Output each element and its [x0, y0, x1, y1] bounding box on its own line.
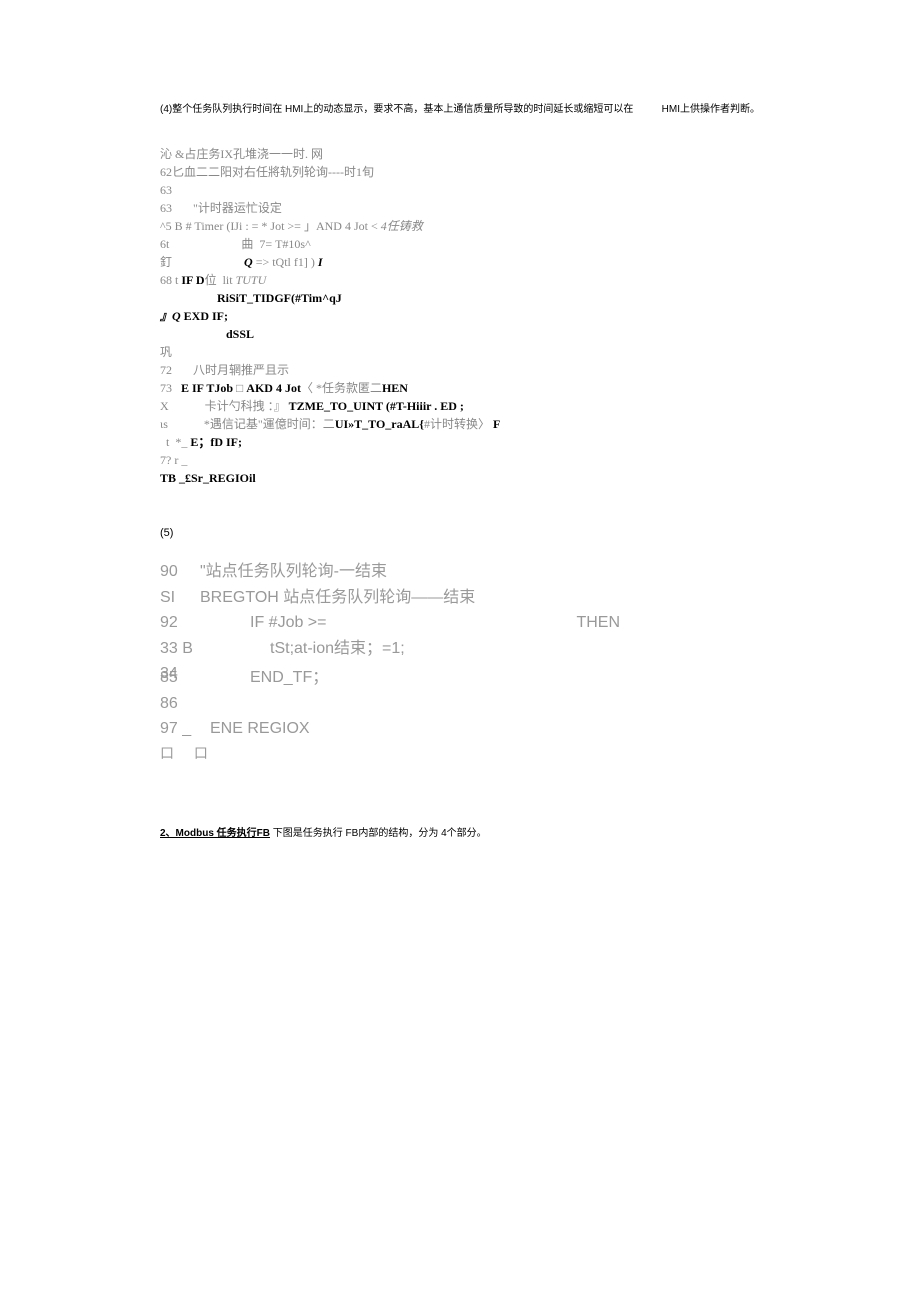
- header-left: (4)整个任务队列执行时间在 HMI上的动态显示，要求不高，基本上通信质量所导致…: [160, 100, 633, 115]
- code-line: dSSL: [160, 325, 760, 343]
- code-line: ιs *遇信记基"運億时间：二UI»T_TO_raAL{#计时转换〉 F: [160, 415, 760, 433]
- code-line: 73 E IF TJob □ AKD 4 Jot〈 *任务款匿二HEN: [160, 379, 760, 397]
- code-line: SI BREGTOH 站点任务队列轮询——结束: [160, 585, 760, 611]
- checkbox-placeholders: 口 口: [160, 742, 760, 764]
- code-line: 90 "站点任务队列轮询-一结束: [160, 559, 760, 585]
- footer-text: 2、Modbus 任务执行FB 下图是任务执行 FB内部的结构，分为 4个部分。: [160, 824, 760, 839]
- document-page: (4)整个任务队列执行时间在 HMI上的动态显示，要求不高，基本上通信质量所导致…: [0, 0, 920, 899]
- code-line: 巩: [160, 343, 760, 361]
- header-note: (4)整个任务队列执行时间在 HMI上的动态显示，要求不高，基本上通信质量所导致…: [160, 100, 760, 115]
- code-line: 85 END_TF；: [160, 665, 760, 691]
- code-line: 63: [160, 181, 760, 199]
- code-line: RiSiT_TIDGF(#Tim^qJ: [160, 289, 760, 307]
- code-line: 』Q EXD IF;: [160, 307, 760, 325]
- section-marker-5: (5): [160, 527, 760, 539]
- code-line: 92 IF #Job >=THEN: [160, 610, 760, 636]
- code-line: 7? r _: [160, 451, 760, 469]
- code-line: 97 _ ENE REGIOX: [160, 716, 760, 742]
- code-line: 72 八时月辋推严且示: [160, 361, 760, 379]
- code-line: 釘 Q => tQtl f1] ) I: [160, 253, 760, 271]
- code-block-1: 沁 &占庄务IX孔堆浇一一时. 网 62匕血二二阳对右任將轨列轮询----时1旬…: [160, 145, 760, 487]
- code-line: 沁 &占庄务IX孔堆浇一一时. 网: [160, 145, 760, 163]
- code-line: X 卡计勺科拽 ：』 TZME_TO_UINT (#T-Hiiir . ED ;: [160, 397, 760, 415]
- code-line: 63 "计时器运忙设定: [160, 199, 760, 217]
- code-block-2: 90 "站点任务队列轮询-一结束 SI BREGTOH 站点任务队列轮询——结束…: [160, 559, 760, 764]
- code-line: t *_ E；fD IF;: [160, 433, 760, 451]
- code-line: TB _£Sr_REGIOil: [160, 469, 760, 487]
- code-line: 86: [160, 691, 760, 717]
- footer-rest: 下图是任务执行 FB内部的结构，分为 4个部分。: [270, 828, 487, 839]
- code-line: 62匕血二二阳对右任將轨列轮询----时1旬: [160, 163, 760, 181]
- footer-underline: 2、Modbus 任务执行FB: [160, 828, 270, 839]
- header-right: HMI上供操作者判断。: [662, 100, 760, 115]
- code-line: 68 t IF D位 lit TUTU: [160, 271, 760, 289]
- code-line: ^5 B # Timer (IJi : = * Jot >= 」AND 4 Jo…: [160, 217, 760, 235]
- code-line: 33 B tSt;at-ion结束；=1;: [160, 636, 760, 662]
- code-line: 6t 曲 7= T#10s^: [160, 235, 760, 253]
